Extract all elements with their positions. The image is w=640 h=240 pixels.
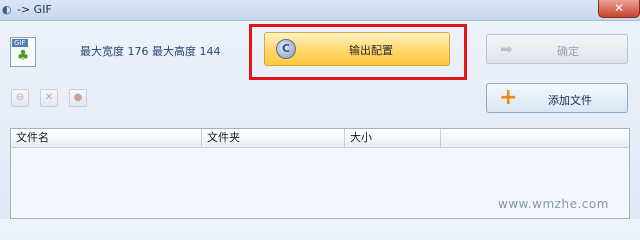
watermark: www.wmzhe.com bbox=[498, 197, 609, 211]
column-header-size[interactable]: 大小 bbox=[345, 129, 441, 147]
output-config-button[interactable]: C 输出配置 bbox=[264, 32, 450, 66]
ok-label: 确定 bbox=[557, 45, 579, 58]
gif-tag: GIF bbox=[12, 39, 28, 47]
title-bar: ◐ -> GIF ✕ bbox=[0, 0, 640, 21]
delete-icon: ✕ bbox=[44, 92, 54, 103]
max-dimensions-text: 最大宽度 176 最大高度 144 bbox=[80, 45, 221, 58]
add-file-label: 添加文件 bbox=[548, 94, 592, 107]
arrow-right-icon: ➡ bbox=[500, 40, 513, 58]
remove-file-button[interactable]: ⊖ bbox=[11, 89, 29, 107]
window-title: -> GIF bbox=[17, 3, 52, 16]
column-header-folder[interactable]: 文件夹 bbox=[202, 129, 345, 147]
plus-icon: + bbox=[499, 85, 518, 110]
table-header: 文件名 文件夹 大小 bbox=[11, 129, 629, 148]
clear-list-button[interactable]: ● bbox=[69, 89, 87, 107]
app-icon: ◐ bbox=[2, 3, 12, 16]
add-file-button[interactable]: + 添加文件 bbox=[486, 83, 628, 113]
settings-icon: C bbox=[276, 39, 296, 59]
column-header-filename[interactable]: 文件名 bbox=[11, 129, 202, 147]
output-config-label: 输出配置 bbox=[349, 44, 393, 57]
clear-icon: ● bbox=[73, 92, 83, 103]
gif-file-icon: GIF ♣ bbox=[10, 37, 36, 67]
leaf-icon: ♣ bbox=[16, 48, 30, 64]
ok-button[interactable]: ➡ 确定 bbox=[486, 34, 628, 64]
remove-icon: ⊖ bbox=[15, 92, 25, 103]
close-button[interactable]: ✕ bbox=[598, 0, 640, 18]
delete-file-button[interactable]: ✕ bbox=[40, 89, 58, 107]
